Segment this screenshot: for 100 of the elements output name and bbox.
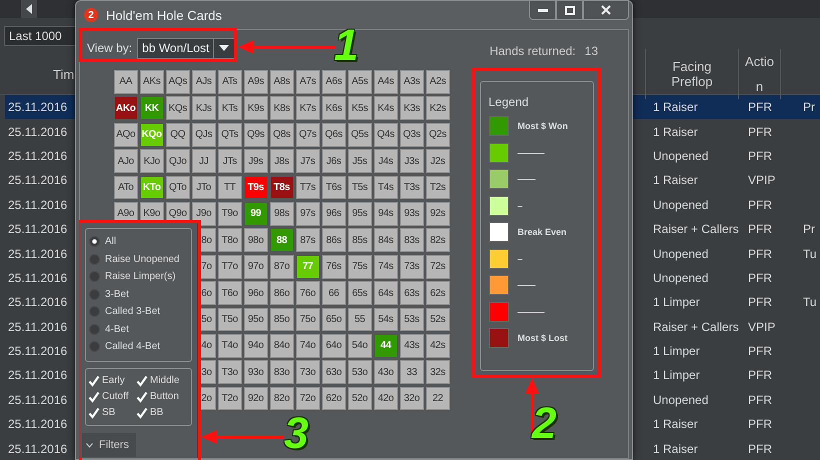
- hand-cell[interactable]: T2o: [218, 386, 242, 410]
- hand-cell[interactable]: 32s: [426, 360, 450, 384]
- hand-cell[interactable]: 66: [322, 281, 346, 305]
- hand-cell[interactable]: 43s: [400, 334, 424, 358]
- radio-button[interactable]: [89, 271, 100, 282]
- hand-cell[interactable]: KJs: [192, 96, 216, 120]
- hand-cell[interactable]: Q6s: [322, 122, 346, 147]
- hand-cell[interactable]: J3s: [400, 149, 424, 173]
- hand-cell[interactable]: A6s: [322, 70, 346, 94]
- hand-cell[interactable]: 84s: [374, 228, 398, 252]
- hand-cell[interactable]: 86o: [270, 281, 294, 305]
- hand-cell[interactable]: T4o: [218, 334, 242, 358]
- hand-cell[interactable]: 82s: [426, 228, 450, 252]
- hand-cell[interactable]: 53o: [348, 360, 372, 384]
- hand-cell[interactable]: QJs: [192, 122, 216, 147]
- radio-button[interactable]: [89, 324, 100, 335]
- hand-cell[interactable]: 96s: [322, 202, 346, 226]
- hand-cell[interactable]: KJo: [140, 149, 164, 173]
- hand-cell[interactable]: T9s: [244, 176, 268, 200]
- hand-cell[interactable]: 65o: [322, 308, 346, 332]
- hand-cell[interactable]: JJ: [192, 149, 216, 173]
- filters-tab[interactable]: Filters: [82, 433, 136, 457]
- hand-cell[interactable]: 43o: [374, 360, 398, 384]
- hand-cell[interactable]: 95s: [348, 202, 372, 226]
- hand-cell[interactable]: TT: [218, 176, 242, 200]
- hand-cell[interactable]: 97s: [296, 202, 320, 226]
- hand-cell[interactable]: Q4s: [374, 122, 398, 147]
- hand-cell[interactable]: ATo: [114, 176, 138, 200]
- hand-cell[interactable]: K6s: [322, 96, 346, 120]
- hand-cell[interactable]: 74o: [296, 334, 320, 358]
- hand-cell[interactable]: 92s: [426, 202, 450, 226]
- hand-cell[interactable]: J5s: [348, 149, 372, 173]
- checkbox[interactable]: [136, 390, 148, 402]
- hand-cell[interactable]: AA: [114, 70, 138, 94]
- hand-cell[interactable]: K9s: [244, 96, 268, 120]
- hand-cell[interactable]: T8s: [270, 176, 294, 200]
- hand-cell[interactable]: 93o: [244, 360, 268, 384]
- hand-cell[interactable]: Q7s: [296, 122, 320, 147]
- hand-cell[interactable]: A3s: [400, 70, 424, 94]
- hand-cell[interactable]: 75o: [296, 308, 320, 332]
- hand-cell[interactable]: 52s: [426, 308, 450, 332]
- checkbox[interactable]: [136, 406, 148, 418]
- view-by-dropdown[interactable]: bb Won/Lost: [137, 38, 236, 58]
- hand-cell[interactable]: T2s: [426, 176, 450, 200]
- hand-cell[interactable]: T4s: [374, 176, 398, 200]
- hand-cell[interactable]: K3s: [400, 96, 424, 120]
- hand-cell[interactable]: 87s: [296, 228, 320, 252]
- hand-cell[interactable]: AQs: [166, 70, 190, 94]
- hand-cell[interactable]: 86s: [322, 228, 346, 252]
- radio-button[interactable]: [89, 288, 100, 300]
- hand-cell[interactable]: 85o: [270, 308, 294, 332]
- hand-cell[interactable]: T7o: [218, 254, 242, 279]
- hand-cell[interactable]: 75s: [348, 254, 372, 279]
- hand-cell[interactable]: 72o: [296, 386, 320, 410]
- radio-button[interactable]: [89, 254, 100, 265]
- hand-cell[interactable]: J4s: [374, 149, 398, 173]
- hand-cell[interactable]: 97o: [244, 254, 268, 279]
- hand-cell[interactable]: Q5s: [348, 122, 372, 147]
- hand-cell[interactable]: T5s: [348, 176, 372, 200]
- checkbox[interactable]: [88, 406, 100, 418]
- hand-cell[interactable]: 88: [270, 228, 294, 252]
- hand-cell[interactable]: A9s: [244, 70, 268, 94]
- hand-cell[interactable]: QJo: [166, 149, 190, 173]
- hand-cell[interactable]: 96o: [244, 281, 268, 305]
- hand-cell[interactable]: 64o: [322, 334, 346, 358]
- hand-cell[interactable]: 52o: [348, 386, 372, 410]
- hand-cell[interactable]: 65s: [348, 281, 372, 305]
- hand-cell[interactable]: 98o: [244, 228, 268, 252]
- radio-button[interactable]: [89, 341, 100, 352]
- hand-cell[interactable]: 92o: [244, 386, 268, 410]
- hand-cell[interactable]: T3o: [218, 360, 242, 384]
- radio-button[interactable]: [89, 236, 100, 248]
- hand-cell[interactable]: 73s: [400, 254, 424, 279]
- hand-cell[interactable]: A7s: [296, 70, 320, 94]
- hand-cell[interactable]: 87o: [270, 254, 294, 279]
- hand-cell[interactable]: K4s: [374, 96, 398, 120]
- hand-cell[interactable]: JTs: [218, 149, 242, 173]
- hand-cell[interactable]: K2s: [426, 96, 450, 120]
- maximize-button[interactable]: [556, 0, 583, 20]
- back-button[interactable]: [21, 0, 37, 18]
- hand-cell[interactable]: JTo: [192, 176, 216, 200]
- hand-cell[interactable]: 42s: [426, 334, 450, 358]
- hand-cell[interactable]: 54o: [348, 334, 372, 358]
- hand-cell[interactable]: A4s: [374, 70, 398, 94]
- hand-cell[interactable]: J9s: [244, 149, 268, 173]
- hand-cell[interactable]: 64s: [374, 281, 398, 305]
- hand-cell[interactable]: K5s: [348, 96, 372, 120]
- hand-cell[interactable]: QTo: [166, 176, 190, 200]
- hand-cell[interactable]: T3s: [400, 176, 424, 200]
- hand-cell[interactable]: KQs: [166, 96, 190, 120]
- hand-cell[interactable]: 83s: [400, 228, 424, 252]
- hand-cell[interactable]: 94s: [374, 202, 398, 226]
- close-button[interactable]: [583, 0, 629, 20]
- radio-button[interactable]: [89, 306, 100, 318]
- hand-cell[interactable]: 42o: [374, 386, 398, 410]
- hand-cell[interactable]: T6s: [322, 176, 346, 200]
- minimize-button[interactable]: [529, 0, 556, 20]
- hand-cell[interactable]: Q8s: [270, 122, 294, 147]
- hand-cell[interactable]: AJo: [114, 149, 138, 173]
- hand-cell[interactable]: KK: [140, 96, 164, 120]
